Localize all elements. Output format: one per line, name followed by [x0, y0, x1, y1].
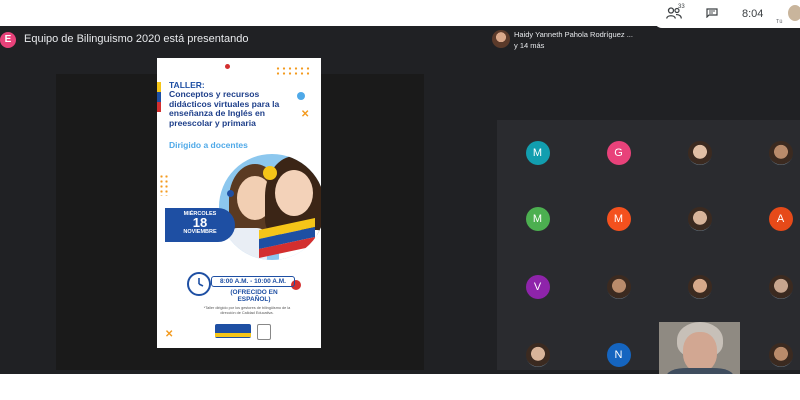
decor-x-icon: ✕	[165, 329, 174, 340]
participant-tile[interactable]	[740, 322, 800, 374]
meeting-window: E Equipo de Bilinguismo 2020 está presen…	[0, 26, 800, 374]
cundinamarca-logo	[215, 324, 251, 338]
participant-grid: M G M M A V N	[497, 120, 800, 374]
self-avatar[interactable]	[788, 5, 800, 21]
decor-dot-pattern	[275, 66, 311, 76]
clock-icon	[187, 272, 211, 296]
participant-tile[interactable]: M	[497, 120, 578, 186]
participant-photo	[492, 30, 510, 48]
decor-dot	[227, 190, 234, 197]
top-bar: E Equipo de Bilinguismo 2020 está presen…	[0, 26, 800, 54]
event-time: 8:00 A.M. - 10:00 A.M.	[211, 276, 295, 287]
presenter-avatar: E	[0, 32, 16, 48]
pinned-participant-name: Haidy Yanneth Pahola Rodríguez ...	[514, 30, 633, 39]
participant-tile[interactable]: G	[578, 120, 659, 186]
event-date-badge: MIÉRCOLES 18 NOVIEMBRE	[165, 208, 235, 242]
institution-seal	[257, 324, 271, 340]
participant-tile[interactable]	[659, 254, 740, 320]
decor-dot	[263, 166, 277, 180]
participant-photo	[687, 207, 712, 231]
participant-avatar: A	[768, 207, 793, 231]
event-day: 18	[192, 215, 208, 230]
participant-avatar: N	[606, 343, 631, 367]
self-label: Tú	[776, 19, 783, 25]
participant-photo	[606, 275, 631, 299]
participant-photo	[687, 275, 712, 299]
participant-tile[interactable]	[740, 120, 800, 186]
participant-tile[interactable]: M	[497, 186, 578, 252]
decor-dot	[297, 92, 305, 100]
participant-tile[interactable]: A	[740, 186, 800, 252]
decor-dot-pattern	[159, 174, 169, 196]
participant-photo	[525, 343, 550, 367]
decor-dot	[225, 64, 230, 69]
participant-avatar: V	[525, 275, 550, 299]
participant-tile[interactable]	[740, 254, 800, 320]
pinned-more-count: y 14 más	[514, 41, 545, 50]
participant-tile[interactable]	[497, 322, 578, 374]
slide-title: Conceptos y recursos didácticos virtuale…	[169, 89, 280, 128]
participant-avatar: M	[606, 207, 631, 231]
meeting-controls: 33 8:04 Tú	[654, 0, 800, 28]
participant-tile[interactable]: N	[578, 322, 659, 374]
participant-photo	[687, 141, 712, 165]
participant-tile[interactable]: M	[578, 186, 659, 252]
pinned-participant[interactable]: Haidy Yanneth Pahola Rodríguez ... y 14 …	[488, 26, 654, 54]
participant-tile[interactable]	[659, 186, 740, 252]
participant-photo	[768, 343, 793, 367]
participant-photo	[768, 141, 793, 165]
participant-avatar: M	[525, 207, 550, 231]
presentation-slide: ✕ ✕ TALLER: Conceptos y recursos didácti…	[157, 58, 321, 348]
participant-photo	[768, 275, 793, 299]
slide-footnote: *Taller dirigido por los gestores de bil…	[203, 306, 291, 315]
participant-tile[interactable]	[659, 120, 740, 186]
decor-x-icon: ✕	[301, 109, 310, 120]
flag-stripe-red	[157, 102, 161, 112]
event-language: (OFRECIDO EN ESPAÑOL)	[230, 289, 278, 303]
chat-icon[interactable]	[706, 8, 718, 18]
flag-stripe-blue	[157, 92, 161, 102]
participant-video[interactable]	[659, 322, 740, 374]
presenter-title: Equipo de Bilinguismo 2020 está presenta…	[24, 33, 249, 45]
flag-stripe-yellow	[157, 82, 161, 92]
participant-avatar: G	[606, 141, 631, 165]
people-count: 33	[678, 4, 685, 10]
event-month: NOVIEMBRE	[183, 229, 217, 235]
participant-tile[interactable]: V	[497, 254, 578, 320]
participant-tile[interactable]	[578, 254, 659, 320]
clock-time: 8:04	[742, 8, 764, 20]
participant-avatar: M	[525, 141, 550, 165]
slide-audience: Dirigido a docentes	[169, 140, 248, 150]
